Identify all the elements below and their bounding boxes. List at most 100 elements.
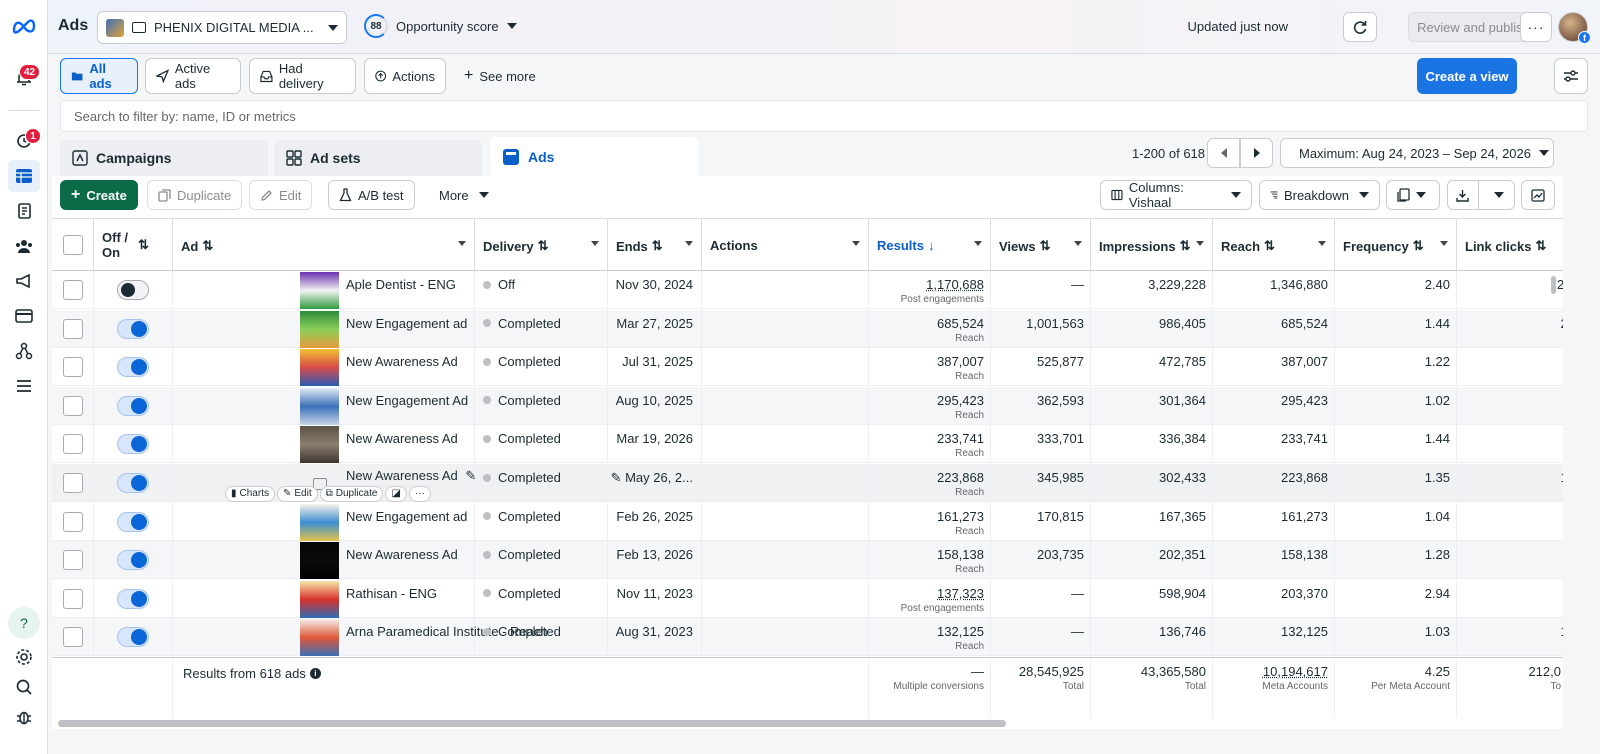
avatar[interactable]: f (1558, 12, 1591, 44)
header-views[interactable]: Views ⇅ (991, 219, 1091, 270)
header-reach[interactable]: Reach ⇅ (1213, 219, 1335, 270)
header-offon[interactable]: Off / On ⇅ (94, 219, 173, 270)
ab-test-button[interactable]: A/B test (328, 180, 415, 210)
row-checkbox[interactable] (63, 550, 83, 571)
delivery-toggle[interactable] (117, 473, 149, 493)
tab-ad-sets[interactable]: Ad sets (274, 140, 482, 176)
row-more-button[interactable]: ··· (408, 485, 431, 502)
header-delivery[interactable]: Delivery ⇅ (475, 219, 608, 270)
date-range-picker[interactable]: Maximum: Aug 24, 2023 – Sep 24, 2026 (1280, 138, 1554, 168)
delivery-toggle[interactable] (117, 627, 149, 648)
header-results[interactable]: Results ↓ (869, 219, 991, 270)
delivery-toggle[interactable] (117, 511, 149, 532)
header-ad[interactable]: Ad ⇅ (173, 219, 475, 270)
ad-thumbnail[interactable] (300, 542, 339, 580)
delivery-toggle[interactable] (117, 588, 149, 609)
table-row[interactable]: New Awareness Ad Completed Jul 31, 2025 … (52, 348, 1563, 387)
tab-ads[interactable]: Ads (490, 137, 698, 176)
horizontal-scrollbar[interactable] (58, 720, 1006, 727)
columns-button[interactable]: Columns: Vishaal (1100, 180, 1252, 210)
billing-icon[interactable] (8, 300, 40, 332)
refresh-button[interactable] (1343, 12, 1377, 42)
meta-logo-icon[interactable] (8, 10, 40, 42)
row-preview-button[interactable]: ◪ (385, 485, 407, 502)
select-all-checkbox[interactable] (63, 235, 83, 255)
header-ends[interactable]: Ends ⇅ (608, 219, 702, 270)
ad-name[interactable]: New Engagement ad (346, 509, 467, 524)
row-checkbox[interactable] (63, 434, 83, 455)
ad-name[interactable]: New Awareness Ad (346, 547, 458, 562)
ad-thumbnail[interactable] (300, 503, 339, 541)
ad-name[interactable]: New Awareness Ad (346, 468, 458, 483)
row-checkbox[interactable] (63, 280, 83, 300)
filter-active-ads[interactable]: Active ads (145, 58, 241, 94)
search-icon[interactable] (8, 671, 40, 703)
gear-icon[interactable] (8, 641, 40, 673)
table-row[interactable]: New Awareness Ad Completed Mar 19, 2026 … (52, 425, 1563, 464)
row-duplicate-button[interactable]: ⧉ Duplicate (319, 485, 384, 502)
ad-name[interactable]: New Engagement Ad (346, 393, 468, 408)
table-row[interactable]: Aple Dentist - ENG Off Nov 30, 2024 1,17… (52, 271, 1563, 309)
more-options-button[interactable]: ··· (1520, 12, 1552, 42)
create-button[interactable]: + Create (60, 180, 138, 210)
row-checkbox[interactable] (63, 627, 83, 648)
info-icon[interactable]: i (309, 668, 321, 679)
table-row[interactable]: Rathisan - ENG Completed Nov 11, 2023 13… (52, 579, 1563, 618)
more-button[interactable]: More (428, 180, 500, 210)
header-frequency[interactable]: Frequency ⇅ (1335, 219, 1457, 270)
next-page-button[interactable] (1240, 138, 1273, 168)
ad-thumbnail[interactable] (300, 426, 339, 464)
ad-name[interactable]: New Awareness Ad (346, 431, 458, 446)
row-checkbox[interactable] (63, 318, 83, 339)
integrations-icon[interactable] (8, 335, 40, 367)
delivery-toggle[interactable] (117, 280, 149, 300)
filter-actions[interactable]: Actions (364, 58, 446, 94)
breakdown-button[interactable]: Breakdown (1259, 180, 1380, 210)
ad-thumbnail[interactable] (300, 580, 339, 618)
row-checkbox[interactable] (63, 395, 83, 416)
header-link-clicks[interactable]: Link clicks ⇅ (1457, 219, 1563, 270)
menu-icon[interactable] (8, 370, 40, 402)
see-more-button[interactable]: + See more (464, 67, 536, 85)
pages-icon[interactable] (8, 195, 40, 227)
ad-name[interactable]: Aple Dentist - ENG (346, 277, 456, 292)
row-edit-button[interactable]: ✎ Edit (276, 485, 318, 502)
audience-icon[interactable] (8, 230, 40, 262)
ad-thumbnail[interactable] (300, 349, 339, 387)
ad-name[interactable]: New Engagement ad (346, 316, 467, 331)
bug-icon[interactable] (8, 701, 40, 733)
delivery-toggle[interactable] (117, 357, 149, 378)
ad-thumbnail[interactable] (300, 310, 339, 348)
delivery-toggle[interactable] (117, 395, 149, 416)
create-view-button[interactable]: Create a view (1417, 58, 1517, 94)
vertical-scrollbar[interactable] (1551, 276, 1556, 294)
ad-thumbnail[interactable] (300, 272, 339, 309)
edit-button[interactable]: Edit (249, 180, 313, 210)
export-button[interactable] (1447, 180, 1515, 210)
delivery-toggle[interactable] (117, 550, 149, 571)
view-settings-button[interactable] (1554, 58, 1588, 94)
table-row[interactable]: New Engagement ad Completed Feb 26, 2025… (52, 502, 1563, 541)
pencil-icon[interactable]: ✎ (611, 470, 626, 485)
megaphone-icon[interactable] (8, 265, 40, 297)
row-checkbox[interactable] (63, 357, 83, 378)
ad-name[interactable]: New Awareness Ad (346, 354, 458, 369)
ad-name[interactable]: Rathisan - ENG (346, 586, 437, 601)
filter-had-delivery[interactable]: Had delivery (249, 58, 356, 94)
row-checkbox[interactable] (63, 473, 83, 493)
row-checkbox[interactable] (63, 588, 83, 609)
charts-button[interactable]: ▮ Charts (225, 485, 275, 502)
table-row[interactable]: New Awareness Ad Completed Feb 13, 2026 … (52, 541, 1563, 580)
chart-toggle-button[interactable] (1521, 180, 1555, 210)
ad-thumbnail[interactable] (300, 387, 339, 425)
help-icon[interactable]: ? (8, 607, 40, 639)
table-row[interactable]: New Engagement Ad Completed Aug 10, 2025… (52, 386, 1563, 425)
delivery-toggle[interactable] (117, 434, 149, 455)
table-row[interactable]: New Engagement ad Completed Mar 27, 2025… (52, 309, 1563, 348)
header-impressions[interactable]: Impressions ⇅ (1091, 219, 1213, 270)
tab-campaigns[interactable]: Campaigns (60, 140, 268, 176)
table-icon[interactable] (8, 160, 40, 192)
delivery-toggle[interactable] (117, 318, 149, 339)
table-row[interactable]: New Awareness Ad ✎ ▮ Charts ✎ Edit ⧉ Duplicat… (52, 464, 1563, 502)
duplicate-button[interactable]: Duplicate (147, 180, 243, 210)
